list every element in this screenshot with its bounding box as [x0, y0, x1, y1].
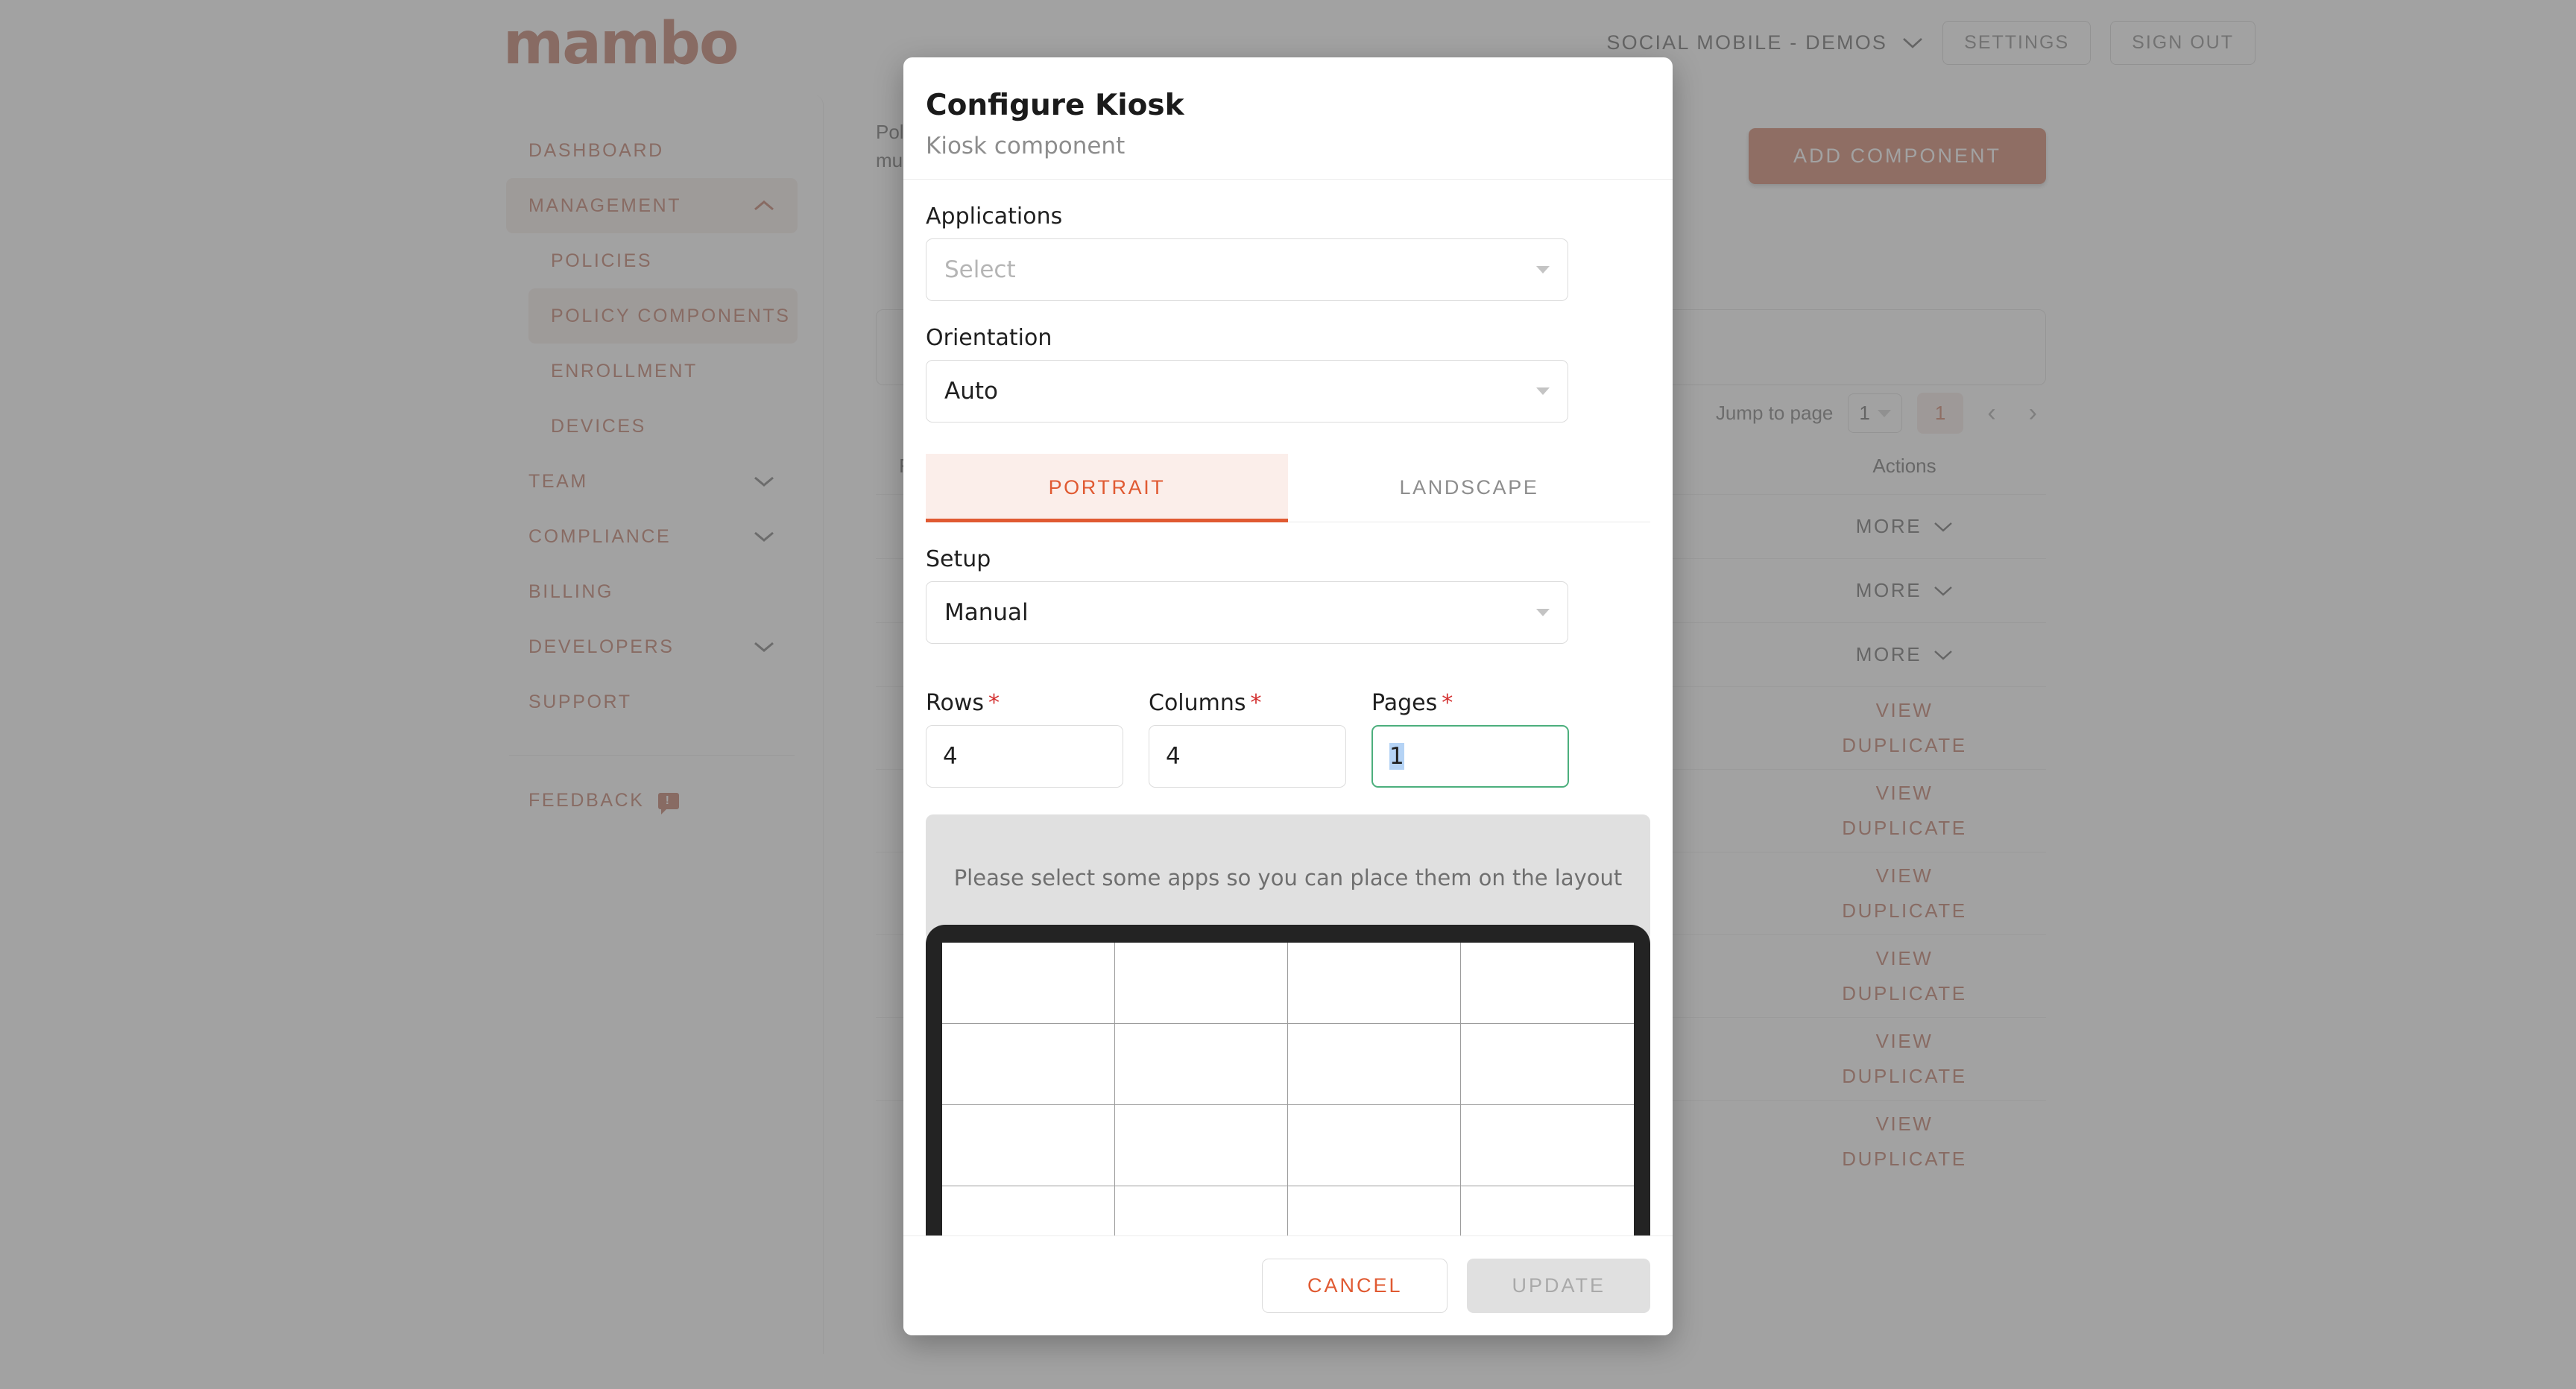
applications-placeholder: Select: [944, 256, 1016, 283]
columns-label: Columns *: [1149, 690, 1262, 716]
kiosk-grid-cell[interactable]: [1288, 943, 1461, 1024]
kiosk-grid-cell[interactable]: [1461, 1105, 1634, 1186]
dialog-subtitle: Kiosk component: [926, 133, 1126, 159]
kiosk-grid-cell[interactable]: [1461, 1024, 1634, 1105]
rows-label: Rows *: [926, 690, 1000, 716]
kiosk-grid-cell[interactable]: [1461, 943, 1634, 1024]
columns-value: 4: [1166, 743, 1181, 770]
required-marker: *: [1250, 690, 1262, 716]
dialog-header: Configure Kiosk Kiosk component: [903, 57, 1673, 180]
applications-select[interactable]: Select: [926, 238, 1568, 301]
required-marker: *: [1442, 690, 1453, 716]
pages-value: 1: [1389, 743, 1404, 770]
orientation-label: Orientation: [926, 325, 1052, 351]
pages-label: Pages *: [1371, 690, 1453, 716]
layout-hint-panel: Please select some apps so you can place…: [926, 814, 1650, 941]
screen-root: mambo SOCIAL MOBILE - DEMOS SETTINGS SIG…: [0, 0, 2576, 1389]
dialog-footer: CANCEL UPDATE: [903, 1235, 1673, 1335]
cancel-button[interactable]: CANCEL: [1261, 1259, 1448, 1313]
kiosk-grid-cell[interactable]: [1115, 1024, 1288, 1105]
kiosk-grid-cell[interactable]: [1115, 1105, 1288, 1186]
chevron-down-icon: [1536, 266, 1550, 273]
chevron-down-icon: [1536, 609, 1550, 616]
kiosk-grid-cell[interactable]: [1461, 1186, 1634, 1235]
rows-value: 4: [943, 743, 958, 770]
required-marker: *: [988, 690, 1000, 716]
setup-value: Manual: [944, 599, 1029, 626]
kiosk-grid-cell[interactable]: [942, 1024, 1115, 1105]
grid-size-fields: Rows * 4 Columns * 4 Pages * 1: [926, 666, 1650, 788]
pages-input[interactable]: 1: [1371, 725, 1569, 788]
orientation-select[interactable]: Auto: [926, 360, 1568, 423]
columns-input[interactable]: 4: [1149, 725, 1346, 788]
configure-kiosk-dialog: Configure Kiosk Kiosk component Applicat…: [903, 57, 1673, 1335]
update-button: UPDATE: [1467, 1259, 1650, 1313]
dialog-body: Applications Select Orientation Auto POR…: [903, 180, 1673, 1235]
tab-landscape[interactable]: LANDSCAPE: [1288, 454, 1650, 522]
rows-input[interactable]: 4: [926, 725, 1123, 788]
setup-select[interactable]: Manual: [926, 581, 1568, 644]
kiosk-layout-grid[interactable]: [942, 943, 1634, 1235]
kiosk-grid-cell[interactable]: [942, 943, 1115, 1024]
chevron-down-icon: [1536, 387, 1550, 395]
tab-portrait[interactable]: PORTRAIT: [926, 454, 1288, 522]
kiosk-grid-cell[interactable]: [1288, 1186, 1461, 1235]
kiosk-grid-cell[interactable]: [1115, 1186, 1288, 1235]
kiosk-grid-cell[interactable]: [942, 1105, 1115, 1186]
device-preview-frame: [926, 925, 1650, 1235]
kiosk-grid-cell[interactable]: [1115, 943, 1288, 1024]
orientation-tabs: PORTRAIT LANDSCAPE: [926, 454, 1650, 522]
kiosk-grid-cell[interactable]: [942, 1186, 1115, 1235]
applications-label: Applications: [926, 203, 1063, 230]
orientation-value: Auto: [944, 378, 998, 405]
kiosk-grid-cell[interactable]: [1288, 1024, 1461, 1105]
dialog-title: Configure Kiosk: [926, 89, 1184, 122]
kiosk-grid-cell[interactable]: [1288, 1105, 1461, 1186]
setup-label: Setup: [926, 546, 991, 572]
